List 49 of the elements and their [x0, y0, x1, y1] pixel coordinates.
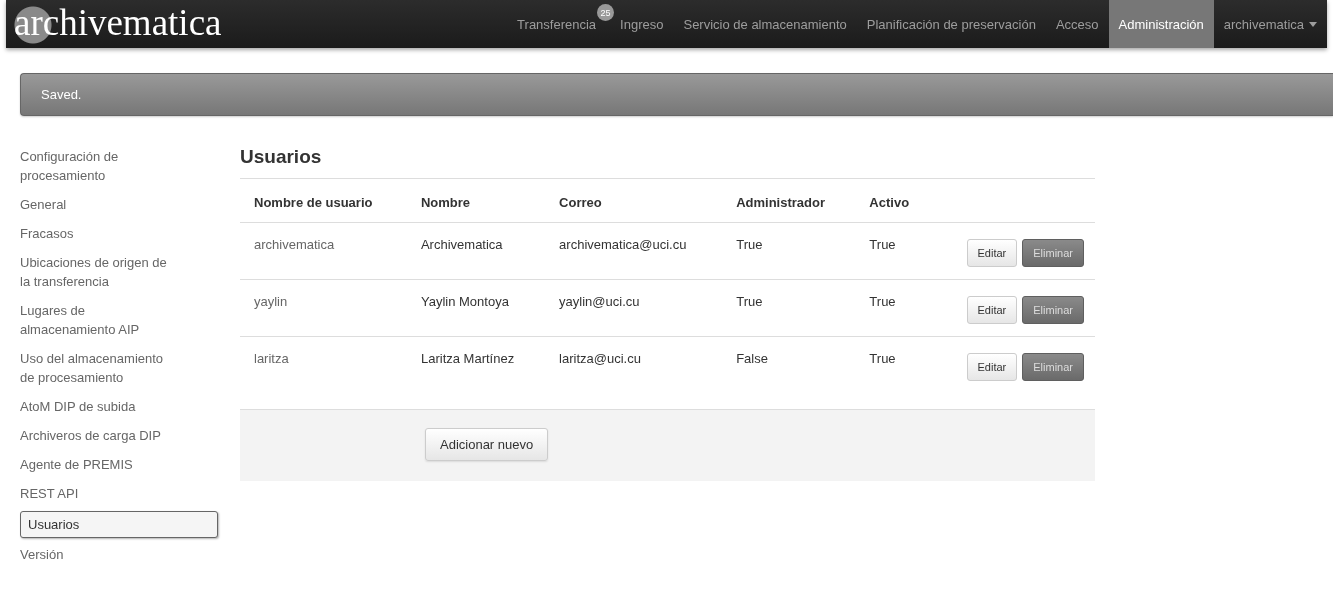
sidebar-item[interactable]: Archiveros de carga DIP — [20, 421, 170, 450]
column-header: Nombre de usuario — [240, 178, 407, 223]
table-cell: Archivematica — [406, 222, 546, 280]
sidebar-item[interactable]: REST API — [20, 479, 170, 508]
count-badge: 25 — [597, 4, 615, 21]
table-cell: Yaylin Montoya — [406, 279, 546, 337]
table-cell: yaylin@uci.cu — [545, 279, 723, 337]
nav-tab[interactable]: Transferencia — [507, 0, 598, 48]
sidebar-item[interactable]: Ubicaciones de origen de la transferencia — [20, 248, 170, 296]
delete-button[interactable]: Eliminar — [1022, 296, 1084, 324]
edit-button[interactable]: Editar — [966, 239, 1018, 267]
edit-button[interactable]: Editar — [966, 296, 1018, 324]
delete-button[interactable]: Eliminar — [1022, 239, 1084, 267]
sidebar-item[interactable]: Agente de PREMIS — [20, 450, 170, 479]
sidebar-item[interactable]: Usuarios — [20, 511, 218, 538]
caret-icon — [1309, 21, 1317, 27]
sidebar-item[interactable]: Lugares de almacenamiento AIP — [20, 296, 170, 344]
table-cell: archivematica@uci.cu — [545, 222, 723, 280]
table-cell: True — [722, 279, 856, 337]
edit-button[interactable]: Editar — [966, 353, 1018, 381]
column-header: Administrador — [722, 178, 856, 223]
alert-message: Saved. — [20, 73, 1333, 116]
table-cell: True — [722, 222, 856, 280]
sidebar-item[interactable]: Versión — [20, 540, 170, 569]
table-cell: yaylin — [240, 279, 407, 337]
sidebar-item[interactable]: AtoM DIP de subida — [20, 392, 170, 421]
table-cell: True — [855, 222, 933, 280]
delete-button[interactable]: Eliminar — [1022, 353, 1084, 381]
user-menu[interactable]: archivematica — [1213, 0, 1327, 48]
sidebar-item[interactable]: Fracasos — [20, 219, 170, 248]
table-cell: False — [722, 336, 856, 393]
sidebar-item[interactable]: General — [20, 190, 170, 219]
add-button[interactable]: Adicionar nuevo — [425, 428, 549, 461]
column-header: Correo — [545, 178, 723, 223]
table-cell: laritza@uci.cu — [545, 336, 723, 393]
table-cell: True — [855, 336, 933, 393]
table-cell: laritza — [240, 336, 407, 393]
nav-tab[interactable]: Planificación de preservación — [856, 0, 1046, 48]
page-title: Usuarios — [240, 146, 323, 168]
nav-tab[interactable]: Administración — [1108, 0, 1214, 48]
nav-tab[interactable]: Acceso — [1045, 0, 1109, 48]
nav-tab[interactable]: Servicio de almacenamiento — [673, 0, 857, 48]
table-cell: Laritza Martínez — [406, 336, 546, 393]
table-cell: True — [855, 279, 933, 337]
column-header: Nombre — [406, 178, 546, 223]
table-cell: archivematica — [240, 222, 407, 280]
column-header: Activo — [855, 178, 933, 223]
sidebar-item[interactable]: Uso del almacenamiento de procesamiento — [20, 344, 170, 392]
sidebar-item[interactable]: Configuración de procesamiento — [20, 142, 170, 190]
